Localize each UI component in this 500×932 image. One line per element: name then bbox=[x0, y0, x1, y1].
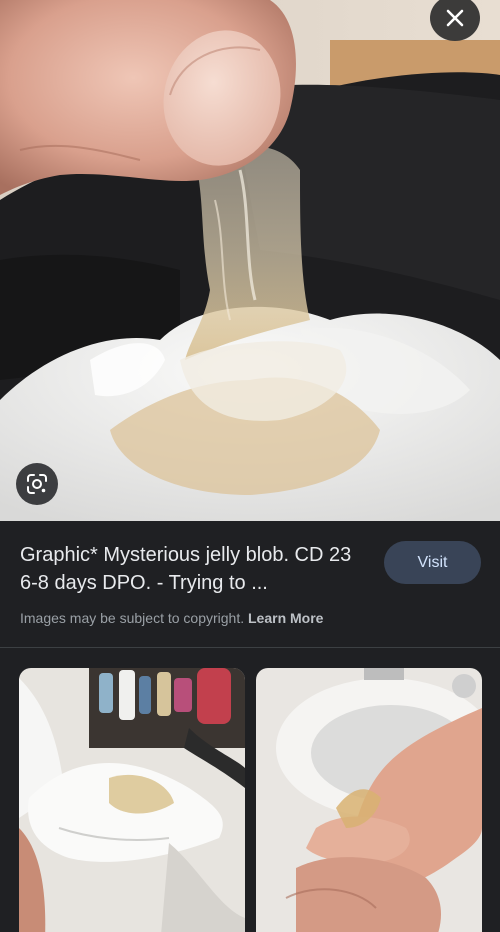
copyright-notice: Images may be subject to copyright. Lear… bbox=[20, 610, 323, 626]
main-image-photo bbox=[0, 0, 500, 521]
related-image-1[interactable] bbox=[19, 668, 245, 932]
image-viewer: Graphic* Mysterious jelly blob. CD 23 6-… bbox=[0, 0, 500, 932]
lens-button[interactable] bbox=[16, 463, 58, 505]
learn-more-link[interactable]: Learn More bbox=[248, 610, 323, 626]
visit-button[interactable]: Visit bbox=[384, 541, 481, 584]
copyright-text: Images may be subject to copyright. bbox=[20, 610, 245, 626]
result-info: Graphic* Mysterious jelly blob. CD 23 6-… bbox=[0, 521, 500, 647]
related-image-1-photo bbox=[19, 668, 245, 932]
related-images bbox=[0, 648, 500, 932]
google-lens-icon bbox=[27, 474, 47, 494]
related-image-2-photo bbox=[256, 668, 482, 932]
result-title[interactable]: Graphic* Mysterious jelly blob. CD 23 6-… bbox=[20, 541, 365, 597]
main-image[interactable] bbox=[0, 0, 500, 521]
close-icon bbox=[446, 9, 464, 27]
related-image-2[interactable] bbox=[256, 668, 482, 932]
